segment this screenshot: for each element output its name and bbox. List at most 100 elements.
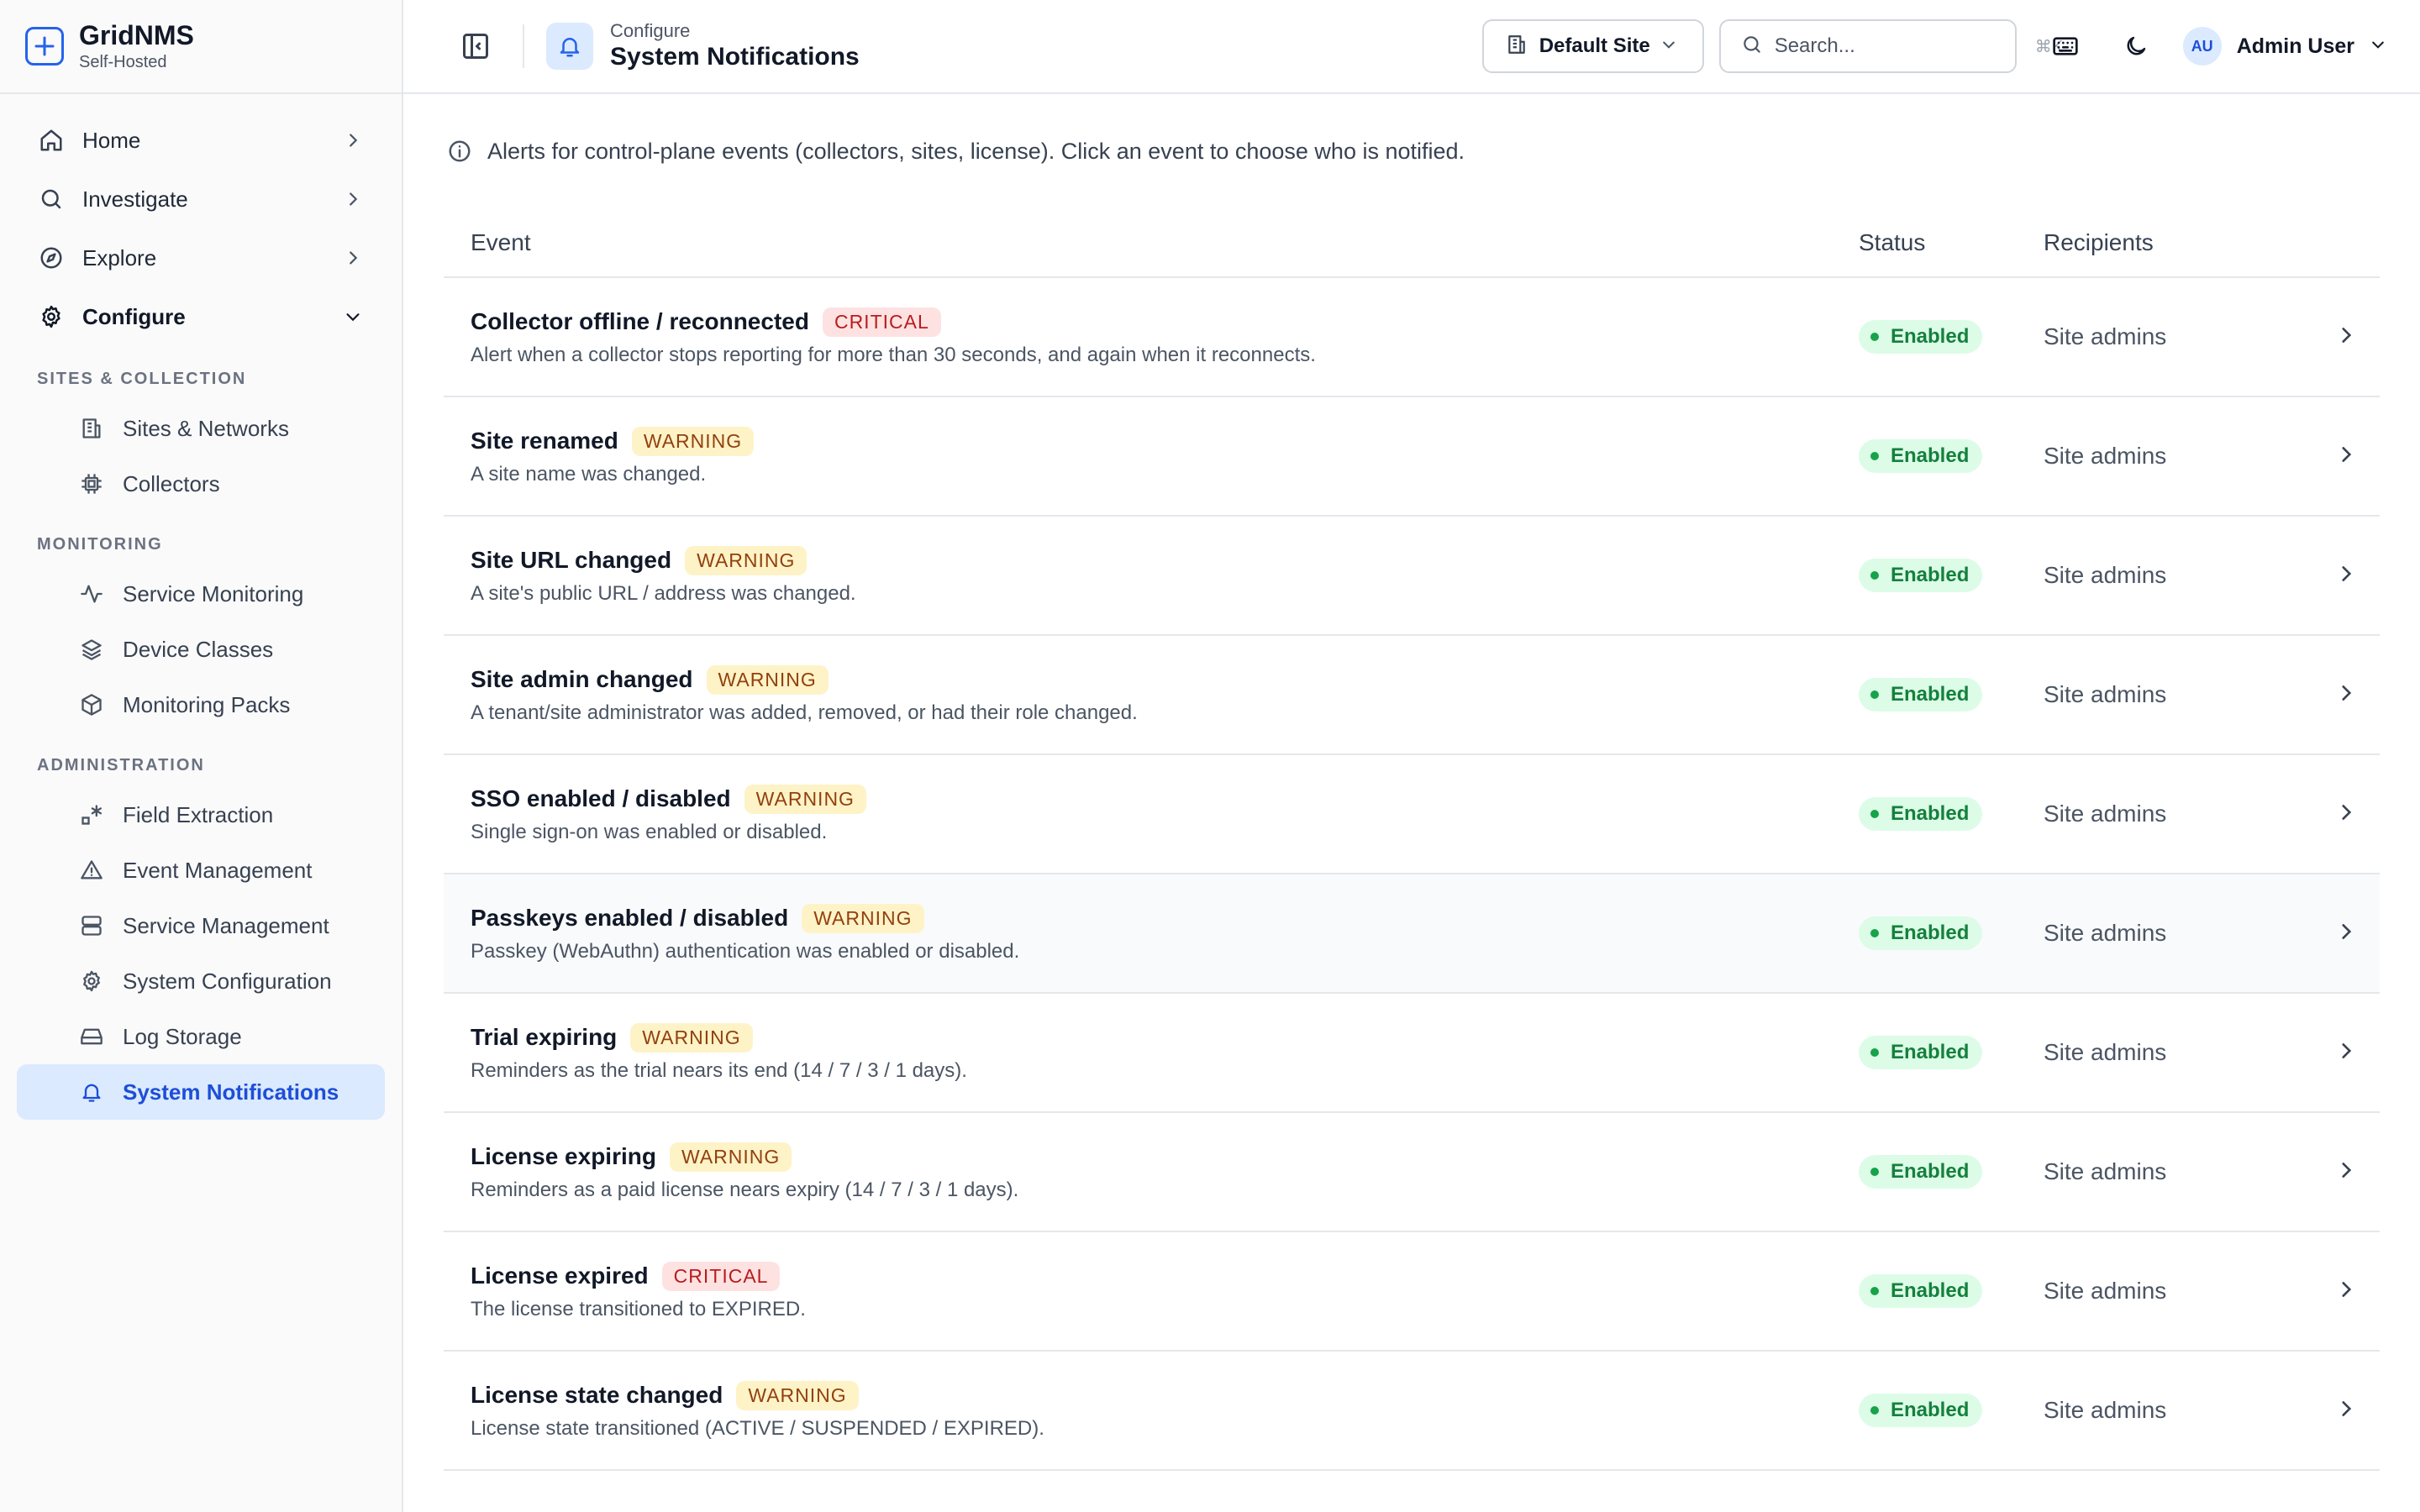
event-description: Single sign-on was enabled or disabled. (471, 820, 828, 843)
table-row[interactable]: Site renamed WARNING A site name was cha… (444, 396, 2380, 516)
event-name: Site admin changed (471, 666, 693, 692)
activity-icon (77, 580, 106, 608)
status-badge: Enabled (1859, 797, 1983, 831)
chevron-right-icon (341, 187, 365, 211)
search-box[interactable]: ⌘K (1718, 19, 2063, 73)
recipients: Site admins (2044, 681, 2167, 707)
chevron-right-icon (2335, 446, 2357, 469)
table-row[interactable]: SSO enabled / disabled WARNING Single si… (444, 754, 2380, 874)
sidebar-item-label: Event Management (123, 857, 313, 883)
event-description: License state transitioned (ACTIVE / SUS… (471, 1416, 1044, 1440)
sidebar-toggle-button[interactable] (454, 24, 497, 68)
event-name: License state changed (471, 1382, 723, 1408)
brand[interactable]: GridNMS Self-Hosted (0, 0, 402, 94)
regex-icon (77, 801, 106, 829)
status-label: Enabled (1891, 444, 1970, 467)
status-label: Enabled (1891, 802, 1970, 825)
status-badge: Enabled (1859, 1036, 1983, 1069)
keyboard-shortcuts-button[interactable] (2042, 23, 2089, 70)
status-label: Enabled (1891, 1160, 1970, 1183)
sidebar-item-service-management[interactable]: Service Management (17, 898, 385, 953)
layers-icon (77, 635, 106, 664)
sidebar: GridNMS Self-Hosted Home Investigate Exp… (0, 0, 403, 1512)
sidebar-item-service-monitoring[interactable]: Service Monitoring (17, 566, 385, 622)
sidebar-item-home[interactable]: Home (17, 111, 385, 170)
section-heading-administration: ADMINISTRATION (37, 756, 205, 774)
event-description: Alert when a collector stops reporting f… (471, 343, 1316, 366)
status-label: Enabled (1891, 683, 1970, 706)
breadcrumb-parent[interactable]: Configure (610, 20, 1482, 42)
section-heading-sites-collection: SITES & COLLECTION (37, 370, 247, 388)
chevron-right-icon (2335, 1281, 2357, 1304)
status-badge: Enabled (1859, 320, 1983, 354)
status-label: Enabled (1891, 1279, 1970, 1302)
sidebar-item-monitoring-packs[interactable]: Monitoring Packs (17, 677, 385, 732)
alert-triangle-icon (77, 856, 106, 885)
content: Alerts for control-plane events (collect… (403, 94, 2420, 1471)
status-label: Enabled (1891, 1399, 1970, 1421)
sidebar-item-sites-networks[interactable]: Sites & Networks (17, 401, 385, 456)
recipients: Site admins (2044, 920, 2167, 946)
sidebar-item-system-notifications[interactable]: System Notifications (17, 1064, 385, 1120)
logo-icon (25, 27, 64, 66)
event-name: License expiring (471, 1143, 656, 1169)
search-icon (37, 185, 66, 213)
sidebar-item-label: Collectors (123, 470, 220, 496)
keyboard-icon (2053, 37, 2078, 55)
status-dot (1870, 690, 1879, 699)
chevron-down-icon (1660, 36, 1677, 57)
status-dot (1870, 1168, 1879, 1176)
status-dot (1870, 1406, 1879, 1415)
status-dot (1870, 1048, 1879, 1057)
sidebar-item-device-classes[interactable]: Device Classes (17, 622, 385, 677)
sidebar-item-label: Monitoring Packs (123, 691, 291, 717)
table-row[interactable]: Site admin changed WARNING A tenant/site… (444, 635, 2380, 754)
sidebar-item-label: Service Monitoring (123, 580, 304, 606)
panel-left-icon (463, 34, 488, 59)
theme-toggle-button[interactable] (2112, 23, 2160, 70)
table-row[interactable]: License expiring WARNING Reminders as a … (444, 1112, 2380, 1231)
event-name: License expired (471, 1263, 649, 1289)
severity-badge: WARNING (744, 784, 866, 814)
table-row[interactable]: License state changed WARNING License st… (444, 1351, 2380, 1470)
sidebar-item-label: Investigate (82, 186, 188, 212)
divider (523, 24, 524, 68)
sidebar-item-collectors[interactable]: Collectors (17, 456, 385, 512)
site-selector[interactable]: Default Site (1481, 19, 1704, 73)
status-dot (1870, 333, 1879, 341)
recipients: Site admins (2044, 1039, 2167, 1065)
brand-name: GridNMS (79, 20, 194, 50)
hard-drive-icon (77, 1022, 106, 1051)
sidebar-item-investigate[interactable]: Investigate (17, 170, 385, 228)
table-row[interactable]: Passkeys enabled / disabled WARNING Pass… (444, 874, 2380, 993)
table-row[interactable]: Trial expiring WARNING Reminders as the … (444, 993, 2380, 1112)
chevron-right-icon (2335, 923, 2357, 946)
home-icon (37, 126, 66, 155)
sidebar-item-label: System Notifications (123, 1079, 339, 1105)
search-input[interactable] (1774, 34, 2035, 58)
table-row[interactable]: Site URL changed WARNING A site's public… (444, 516, 2380, 635)
severity-badge: CRITICAL (661, 1261, 781, 1291)
sidebar-item-configure[interactable]: Configure (17, 287, 385, 346)
chevron-right-icon (341, 246, 365, 270)
table-row[interactable]: Collector offline / reconnected CRITICAL… (444, 277, 2380, 396)
sidebar-item-event-management[interactable]: Event Management (17, 843, 385, 898)
sidebar-item-explore[interactable]: Explore (17, 228, 385, 287)
sidebar-item-field-extraction[interactable]: Field Extraction (17, 787, 385, 843)
topbar: Configure System Notifications Default S… (403, 0, 2420, 94)
status-badge: Enabled (1859, 1274, 1983, 1308)
sidebar-item-label: Sites & Networks (123, 415, 289, 441)
column-header-recipients: Recipients (2044, 208, 2312, 278)
chevron-right-icon (2335, 565, 2357, 588)
severity-badge: WARNING (736, 1380, 859, 1410)
recipients: Site admins (2044, 443, 2167, 469)
sidebar-item-system-configuration[interactable]: System Configuration (17, 953, 385, 1009)
recipients: Site admins (2044, 562, 2167, 588)
event-description: Reminders as the trial nears its end (14… (471, 1058, 967, 1082)
table-row[interactable]: License expired CRITICAL The license tra… (444, 1231, 2380, 1351)
sidebar-item-log-storage[interactable]: Log Storage (17, 1009, 385, 1064)
sidebar-item-label: Home (82, 127, 141, 153)
status-dot (1870, 452, 1879, 460)
building-icon (77, 414, 106, 443)
user-menu[interactable]: AU Admin User (2182, 27, 2386, 66)
